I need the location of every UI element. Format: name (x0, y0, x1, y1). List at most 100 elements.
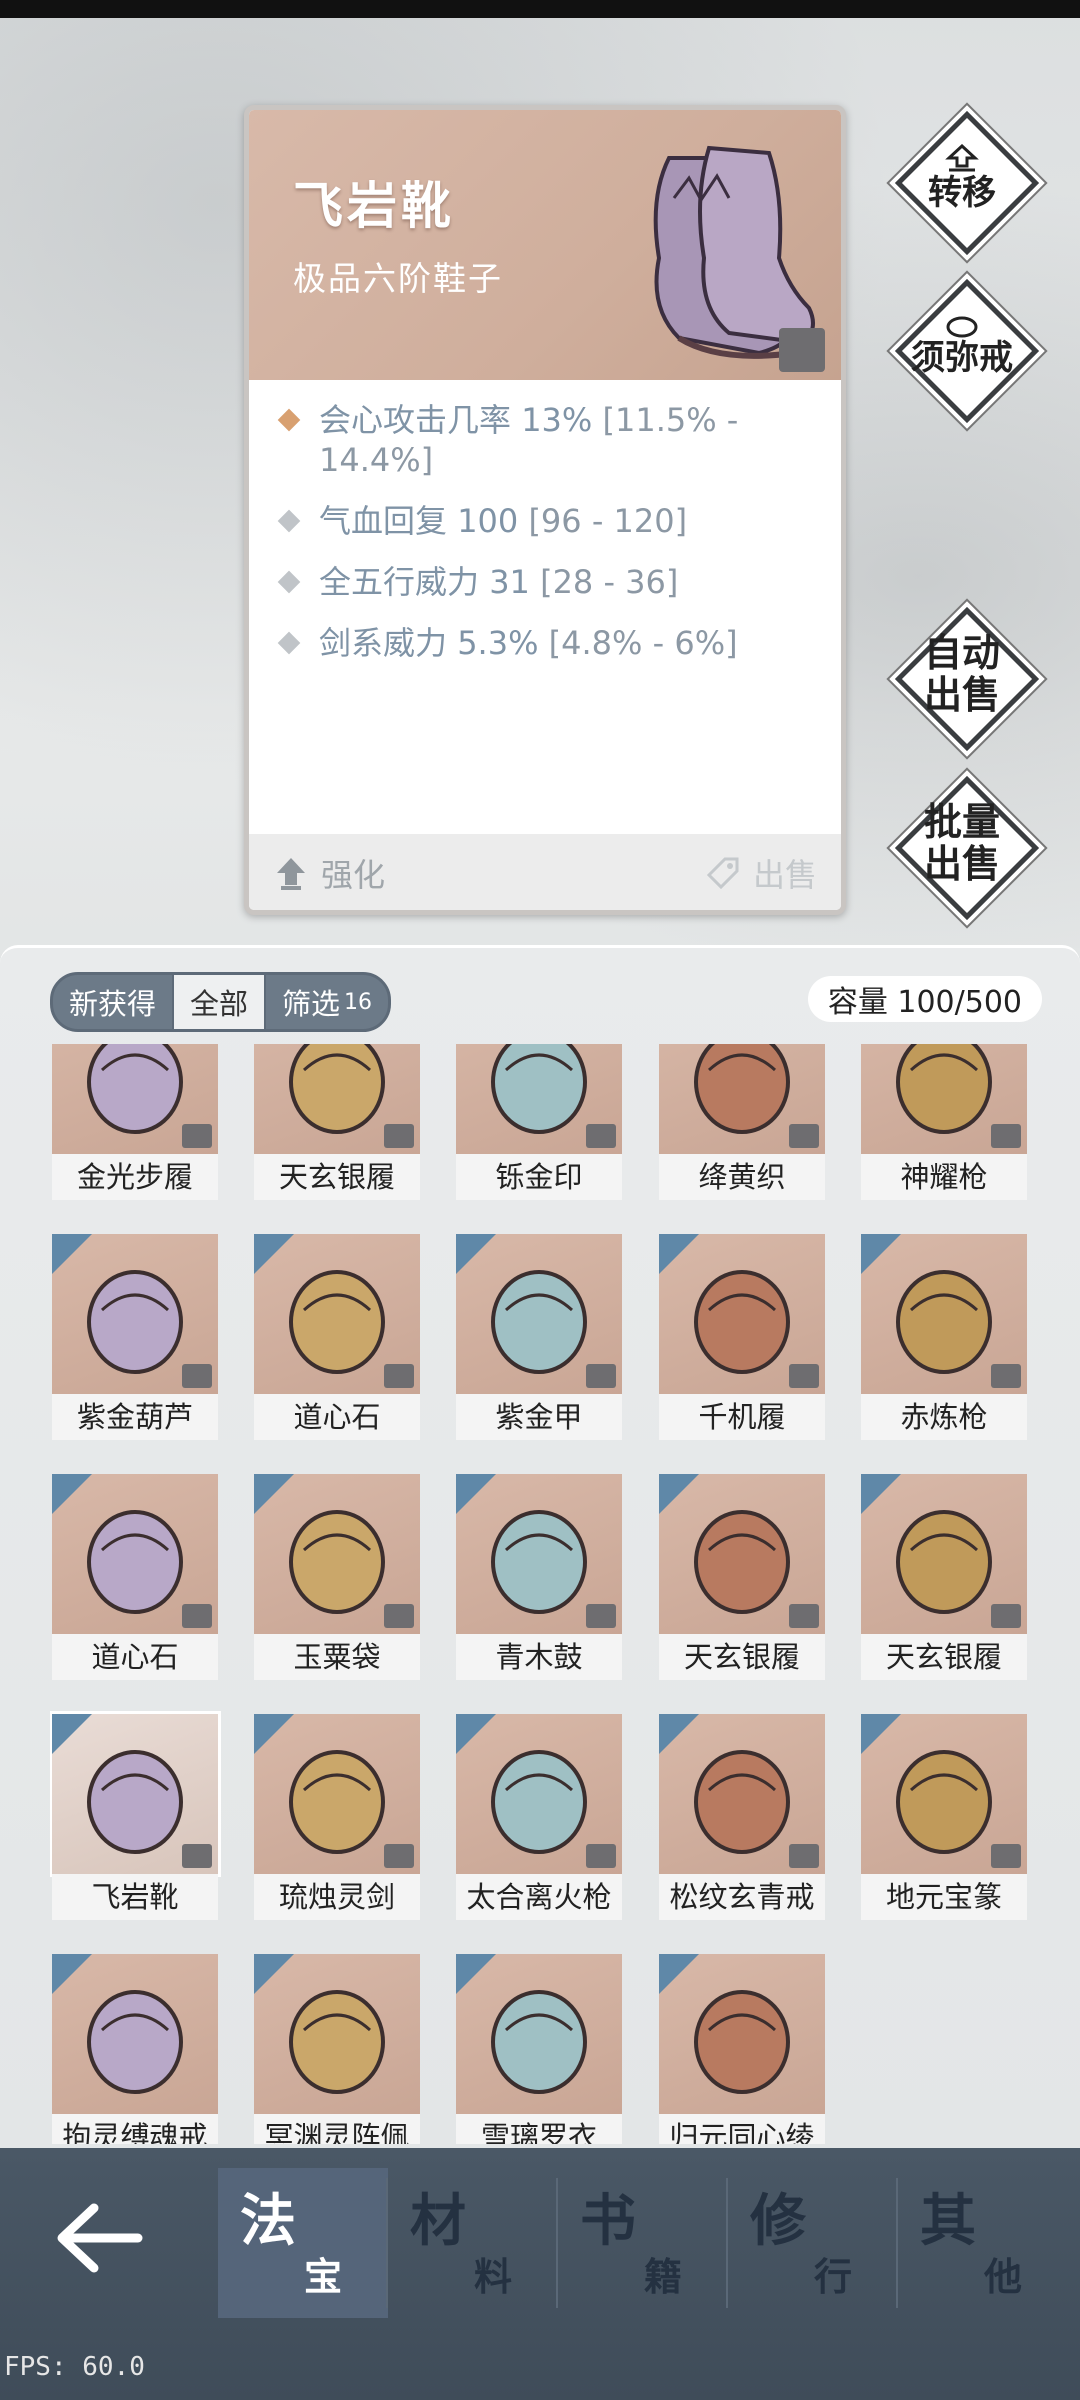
item-thumbnail (52, 1044, 218, 1154)
inventory-slot[interactable]: 拘灵缚魂戒 (52, 1954, 218, 2144)
rarity-corner-icon (254, 1234, 294, 1274)
stat-row: 全五行威力 31 [28 - 36] (273, 562, 823, 602)
item-name-label: 铄金印 (456, 1154, 622, 1200)
auto-sell-button[interactable]: 自动 出售 (894, 606, 1040, 752)
item-name-label: 归元同心绫 (659, 2114, 825, 2144)
equip-tag-icon (991, 1364, 1021, 1388)
sell-tag-icon (706, 857, 739, 890)
item-name-label: 天玄银履 (861, 1634, 1027, 1680)
equip-tag-icon (779, 328, 825, 372)
card-header: 飞岩靴 极品六阶鞋子 (249, 110, 841, 380)
equip-tag-icon (182, 1364, 212, 1388)
item-name-label: 紫金甲 (456, 1394, 622, 1440)
item-thumbnail (52, 1954, 218, 2114)
stat-value: 13% (521, 401, 593, 439)
stat-range: [96 - 120] (528, 502, 688, 540)
diamond-icon (277, 570, 301, 594)
item-thumbnail (861, 1044, 1027, 1154)
ring-storage-button[interactable]: 须弥戒 (894, 278, 1040, 424)
rarity-corner-icon (659, 1234, 699, 1274)
rarity-corner-icon (52, 1474, 92, 1514)
inventory-slot[interactable]: 松纹玄青戒 (659, 1714, 825, 1920)
item-name-label: 天玄银履 (659, 1634, 825, 1680)
inventory-slot[interactable]: 地元宝篆 (861, 1714, 1027, 1920)
item-name: 飞岩靴 (293, 177, 455, 235)
item-thumbnail (861, 1474, 1027, 1634)
item-grade: 极品六阶鞋子 (293, 259, 503, 298)
item-thumbnail (659, 1474, 825, 1634)
back-arrow-icon[interactable] (54, 2198, 144, 2278)
equip-tag-icon (384, 1604, 414, 1628)
inventory-slot[interactable]: 太合离火枪 (456, 1714, 622, 1920)
rarity-corner-icon (659, 1954, 699, 1994)
tab-cultivation[interactable]: 修 行 (728, 2168, 898, 2318)
inventory-slot[interactable]: 玉粟袋 (254, 1474, 420, 1680)
tab-new[interactable]: 新获得 (53, 975, 172, 1029)
inventory-slot[interactable]: 飞岩靴 (52, 1714, 218, 1920)
inventory-slot[interactable]: 铄金印 (456, 1044, 622, 1200)
tab-filter[interactable]: 筛选 16 (266, 975, 388, 1029)
inventory-slot[interactable]: 天玄银履 (659, 1474, 825, 1680)
rarity-corner-icon (52, 1234, 92, 1274)
inventory-slot[interactable]: 紫金甲 (456, 1234, 622, 1440)
item-art-icon (289, 1044, 385, 1134)
tab-others[interactable]: 其 他 (898, 2168, 1068, 2318)
inventory-slot[interactable]: 琉烛灵剑 (254, 1714, 420, 1920)
inventory-slot[interactable]: 冥渊灵阵佩 (254, 1954, 420, 2144)
inventory-slot[interactable]: 青木鼓 (456, 1474, 622, 1680)
transfer-label: 转移 (928, 173, 996, 213)
enhance-label: 强化 (321, 856, 386, 894)
sell-button[interactable]: 出售 (705, 850, 817, 896)
batch-sell-button[interactable]: 批量 出售 (894, 775, 1040, 921)
ring-icon (946, 316, 978, 338)
nav-tab-small: 籍 (644, 2254, 683, 2299)
tab-treasure[interactable]: 法 宝 (218, 2168, 388, 2318)
tab-books[interactable]: 书 籍 (558, 2168, 728, 2318)
rarity-corner-icon (659, 1474, 699, 1514)
inventory-slot[interactable]: 紫金葫芦 (52, 1234, 218, 1440)
enhance-button[interactable]: 强化 (273, 850, 385, 896)
rarity-corner-icon (456, 1714, 496, 1754)
inventory-slot[interactable]: 道心石 (52, 1474, 218, 1680)
item-thumbnail (659, 1714, 825, 1874)
upload-icon (945, 144, 979, 172)
tab-new-label: 新获得 (69, 987, 157, 1021)
stat-row: 剑系威力 5.3% [4.8% - 6%] (273, 623, 823, 663)
item-name-label: 松纹玄青戒 (659, 1874, 825, 1920)
tab-all[interactable]: 全部 (172, 975, 267, 1029)
rarity-corner-icon (456, 1954, 496, 1994)
item-thumbnail (456, 1234, 622, 1394)
inventory-slot[interactable]: 道心石 (254, 1234, 420, 1440)
tab-materials[interactable]: 材 料 (388, 2168, 558, 2318)
item-art-icon (694, 1044, 790, 1134)
inventory-slot[interactable]: 神耀枪 (861, 1044, 1027, 1200)
item-thumbnail (52, 1234, 218, 1394)
diamond-icon (277, 631, 301, 655)
diamond-icon (277, 509, 301, 533)
inventory-slot[interactable]: 金光步履 (52, 1044, 218, 1200)
item-thumbnail (254, 1474, 420, 1634)
rarity-corner-icon (861, 1234, 901, 1274)
item-name-label: 天玄银履 (254, 1154, 420, 1200)
rarity-corner-icon (52, 1714, 92, 1754)
item-name-label: 道心石 (254, 1394, 420, 1440)
stat-range: [28 - 36] (540, 563, 679, 601)
stat-row: 会心攻击几率 13% [11.5% - 14.4%] (273, 400, 823, 480)
inventory-slot[interactable]: 千机履 (659, 1234, 825, 1440)
equip-tag-icon (182, 1124, 212, 1148)
item-name-label: 神耀枪 (861, 1154, 1027, 1200)
inventory-slot[interactable]: 赤炼枪 (861, 1234, 1027, 1440)
nav-tab-big: 其 (920, 2188, 976, 2254)
stat-list: 会心攻击几率 13% [11.5% - 14.4%] 气血回复 100 [96 … (273, 400, 823, 684)
tab-filter-label: 筛选 (282, 987, 341, 1021)
inventory-slot[interactable]: 绛黄织 (659, 1044, 825, 1200)
inventory-slot[interactable]: 天玄银履 (861, 1474, 1027, 1680)
inventory-slot[interactable]: 归元同心绫 (659, 1954, 825, 2144)
item-name-label: 雪璃罗衣 (456, 2114, 622, 2144)
equip-tag-icon (182, 1604, 212, 1628)
capacity-label: 容量 100/500 (807, 976, 1042, 1022)
inventory-slot[interactable]: 天玄银履 (254, 1044, 420, 1200)
transfer-button[interactable]: 转移 (894, 110, 1040, 256)
inventory-slot[interactable]: 雪璃罗衣 (456, 1954, 622, 2144)
equip-tag-icon (384, 1844, 414, 1868)
